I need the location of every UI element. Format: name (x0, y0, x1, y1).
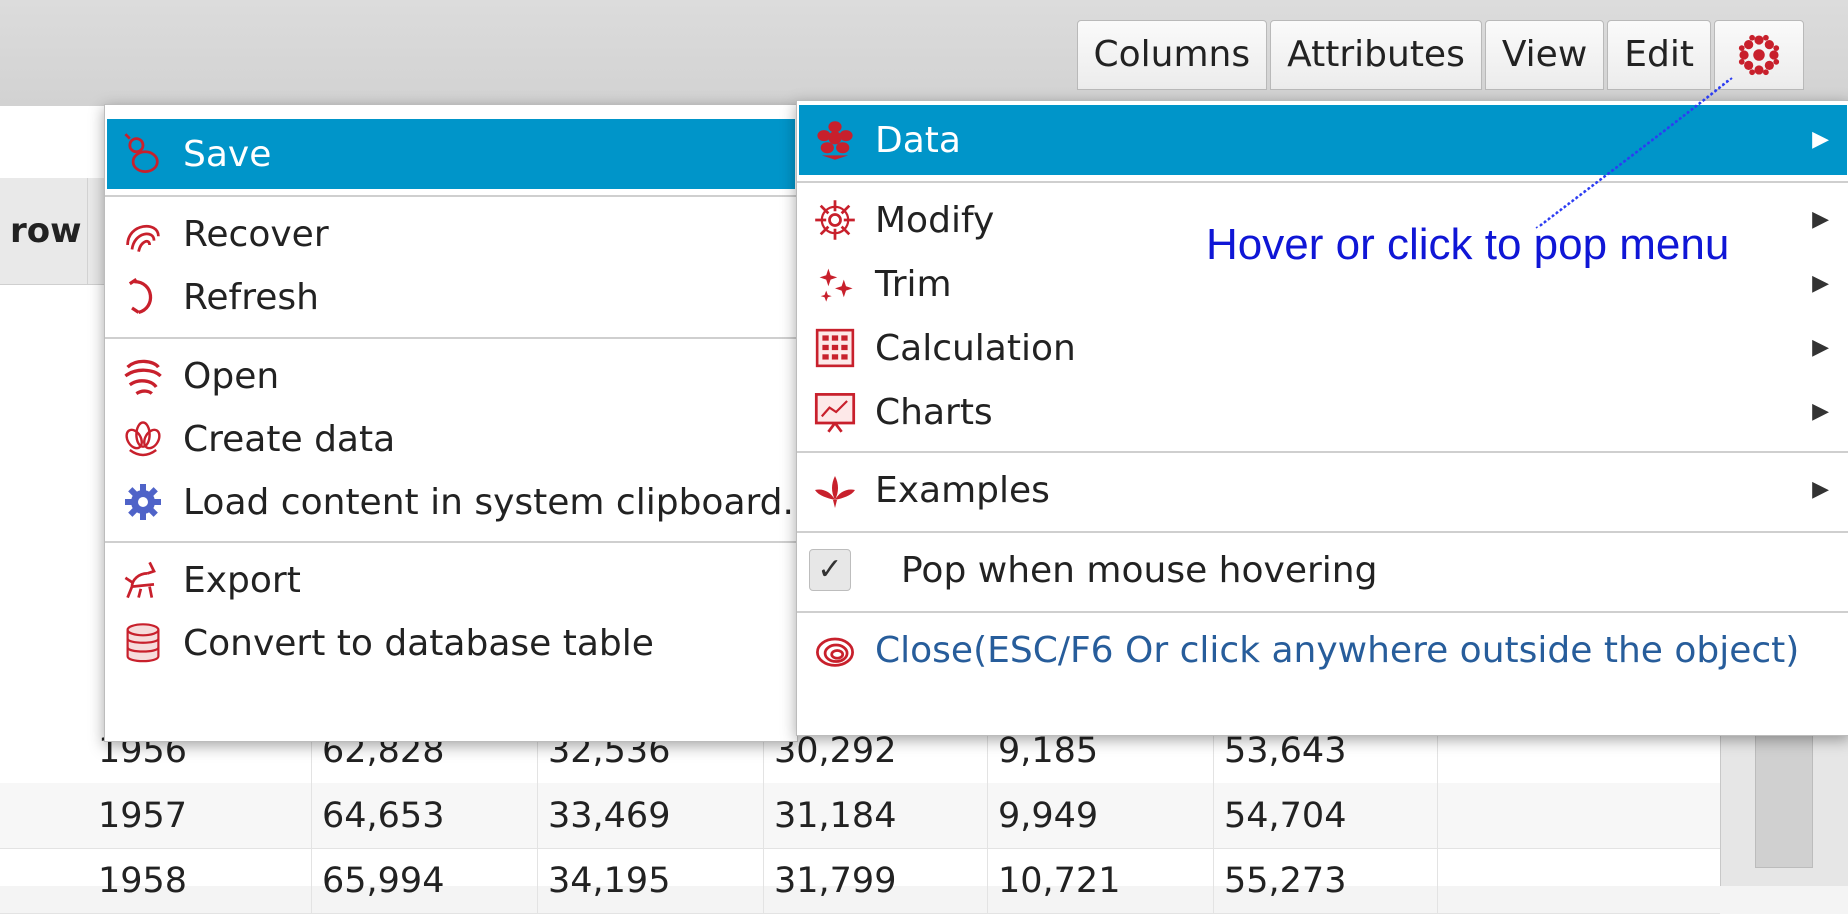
menu-label: Load content in system clipboard. (183, 481, 794, 523)
menu-item-create-data[interactable]: Create data (107, 404, 795, 474)
cell: 9,949 (988, 783, 1214, 848)
menu-label: Charts (875, 391, 993, 433)
tab-edit[interactable]: Edit (1607, 20, 1711, 90)
peony-icon (813, 118, 857, 162)
table-row[interactable]: 1957 64,653 33,469 31,184 9,949 54,704 (0, 783, 1720, 849)
menu-label: Open (183, 355, 280, 397)
chrysanthemum-icon (1738, 34, 1780, 76)
separator (797, 611, 1848, 613)
cell: 1957 (88, 783, 312, 848)
database-icon (121, 621, 165, 665)
main-menu: Data ▶ Modify ▶ Trim ▶ Calculation ▶ Cha… (796, 100, 1848, 736)
chevron-right-icon: ▶ (1812, 127, 1829, 152)
separator (105, 541, 797, 543)
abacus-icon (813, 326, 857, 370)
menu-item-recover[interactable]: Recover (107, 199, 795, 269)
swirl-icon (121, 212, 165, 256)
menu-item-examples[interactable]: Examples ▶ (799, 455, 1847, 525)
chart-board-icon (813, 390, 857, 434)
cell: 54,704 (1214, 783, 1438, 848)
menu-label: Export (183, 559, 301, 601)
menu-label: Refresh (183, 276, 319, 318)
cell: 31,799 (764, 848, 988, 913)
separator (105, 337, 797, 339)
tab-bar: Columns Attributes View Edit (1076, 20, 1804, 90)
menu-label: Convert to database table (183, 622, 654, 664)
gourd-icon (121, 132, 165, 176)
menu-item-calculation[interactable]: Calculation ▶ (799, 313, 1847, 383)
menu-label: Save (183, 133, 272, 175)
file-menu: Save Recover Refresh Open Create data Lo… (104, 104, 798, 742)
separator (797, 531, 1848, 533)
flower-icon (813, 198, 857, 242)
menu-item-save[interactable]: Save (107, 119, 795, 189)
tab-columns[interactable]: Columns (1076, 20, 1268, 90)
menu-label: Create data (183, 418, 396, 460)
cell: 34,195 (538, 848, 764, 913)
qilin-icon (121, 558, 165, 602)
menu-label: Data (875, 119, 961, 161)
cell: 10,721 (988, 848, 1214, 913)
cell: 55,273 (1214, 848, 1438, 913)
menu-item-close[interactable]: Close(ESC/F6 Or click anywhere outside t… (799, 615, 1847, 685)
menu-label: Recover (183, 213, 329, 255)
tab-attributes[interactable]: Attributes (1270, 20, 1482, 90)
menu-label: Pop when mouse hovering (901, 549, 1378, 591)
spiral-icon (813, 628, 857, 672)
menu-label: Close(ESC/F6 Or click anywhere outside t… (875, 629, 1800, 671)
gear-icon (121, 480, 165, 524)
cell: 31,184 (764, 783, 988, 848)
menu-item-pop-hover[interactable]: ✓ Pop when mouse hovering (799, 535, 1847, 605)
menu-label: Trim (875, 263, 952, 305)
menu-item-export[interactable]: Export (107, 545, 795, 615)
main-menu-button[interactable] (1714, 20, 1804, 90)
tab-view[interactable]: View (1484, 20, 1605, 90)
menu-item-convert-db[interactable]: Convert to database table (107, 608, 795, 678)
separator (797, 181, 1848, 183)
lotus-icon (121, 417, 165, 461)
bird-icon (813, 468, 857, 512)
chevron-right-icon: ▶ (1812, 399, 1829, 424)
menu-item-load-clipboard[interactable]: Load content in system clipboard. (107, 467, 795, 537)
chevron-right-icon: ▶ (1812, 271, 1829, 296)
table-row[interactable]: 1958 65,994 34,195 31,799 10,721 55,273 (0, 848, 1720, 914)
chevron-right-icon: ▶ (1812, 477, 1829, 502)
menu-item-refresh[interactable]: Refresh (107, 262, 795, 332)
cell: 1958 (88, 848, 312, 913)
menu-item-data[interactable]: Data ▶ (799, 105, 1847, 175)
toolbar: Columns Attributes View Edit (0, 0, 1848, 107)
menu-label: Modify (875, 199, 995, 241)
cell: 65,994 (312, 848, 538, 913)
separator (105, 195, 797, 197)
cloud-icon (121, 354, 165, 398)
menu-item-open[interactable]: Open (107, 341, 795, 411)
annotation-text: Hover or click to pop menu (1206, 220, 1730, 269)
chevron-right-icon: ▶ (1812, 335, 1829, 360)
sparkle-icon (813, 262, 857, 306)
cell: 64,653 (312, 783, 538, 848)
header-row[interactable]: row (0, 178, 88, 284)
cell: 33,469 (538, 783, 764, 848)
menu-item-charts[interactable]: Charts ▶ (799, 377, 1847, 447)
separator (797, 451, 1848, 453)
checkbox-pop-hover[interactable]: ✓ (809, 549, 851, 591)
menu-label: Calculation (875, 327, 1076, 369)
dragon-icon (121, 275, 165, 319)
chevron-right-icon: ▶ (1812, 207, 1829, 232)
menu-label: Examples (875, 469, 1050, 511)
